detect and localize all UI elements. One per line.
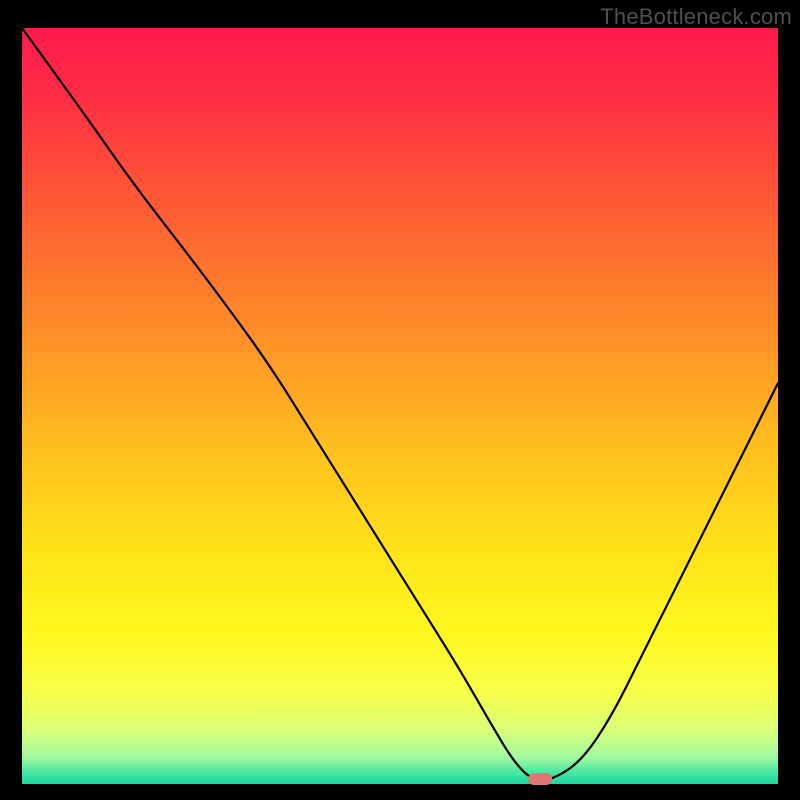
watermark-text: TheBottleneck.com <box>600 4 792 30</box>
plot-area <box>22 28 778 784</box>
chart-container: TheBottleneck.com <box>0 0 800 800</box>
bottleneck-curve <box>22 28 778 780</box>
minimum-marker <box>528 773 552 785</box>
chart-curve-layer <box>22 28 778 784</box>
